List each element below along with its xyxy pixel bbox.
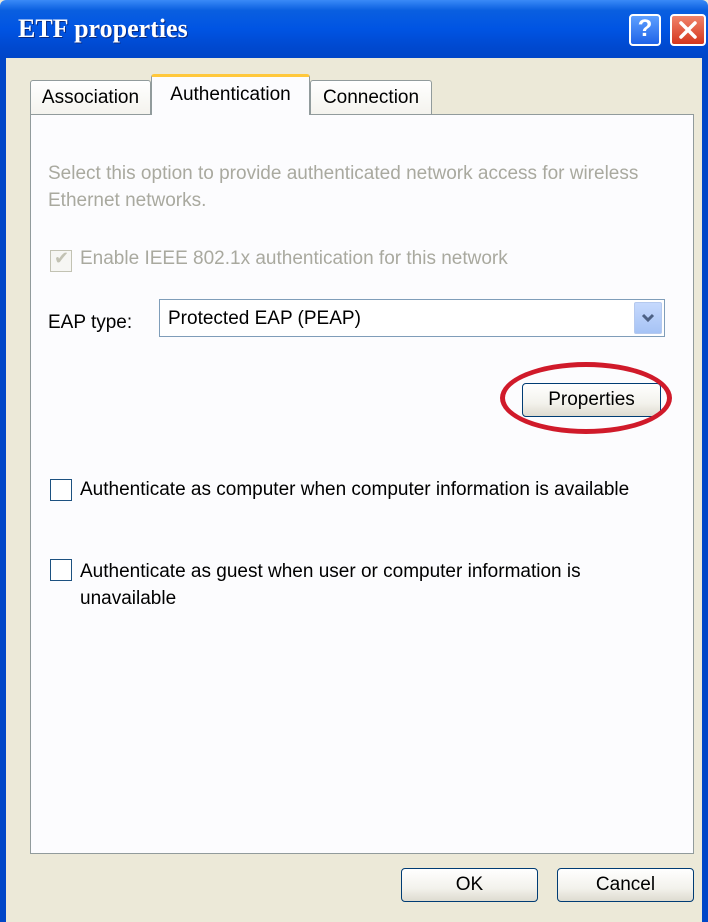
close-icon bbox=[679, 21, 697, 39]
enable-8021x-checkbox[interactable]: ✔ bbox=[50, 248, 72, 272]
auth-as-computer-label: Authenticate as computer when computer i… bbox=[80, 479, 630, 500]
auth-as-guest-checkbox[interactable] bbox=[50, 559, 72, 581]
window-border-right bbox=[702, 58, 708, 922]
enable-8021x-label: Enable IEEE 802.1x authentication for th… bbox=[80, 248, 508, 269]
window-border-left bbox=[0, 58, 6, 922]
tab-authentication[interactable]: Authentication bbox=[151, 74, 310, 115]
eap-type-value: Protected EAP (PEAP) bbox=[168, 308, 361, 329]
authentication-description: Select this option to provide authentica… bbox=[48, 163, 639, 211]
checkmark-icon: ✔ bbox=[54, 248, 70, 268]
tab-connection[interactable]: Connection bbox=[310, 80, 432, 114]
window-title: ETF properties bbox=[18, 14, 188, 43]
chevron-down-icon bbox=[641, 313, 655, 323]
eap-type-label: EAP type: bbox=[48, 312, 133, 333]
tab-association[interactable]: Association bbox=[30, 80, 151, 114]
title-bar[interactable]: ETF properties ? bbox=[0, 0, 708, 58]
etf-properties-dialog: ETF properties ? Association Authenticat… bbox=[0, 0, 708, 922]
dropdown-button[interactable] bbox=[634, 302, 662, 334]
help-button[interactable]: ? bbox=[629, 14, 661, 46]
auth-as-computer-checkbox[interactable] bbox=[50, 479, 72, 501]
cancel-button[interactable]: Cancel bbox=[557, 868, 694, 902]
eap-type-select[interactable]: Protected EAP (PEAP) bbox=[159, 299, 665, 337]
ok-button[interactable]: OK bbox=[401, 868, 538, 902]
auth-as-guest-label: Authenticate as guest when user or compu… bbox=[80, 561, 581, 609]
highlight-ring bbox=[500, 362, 672, 434]
close-button[interactable] bbox=[670, 14, 706, 46]
